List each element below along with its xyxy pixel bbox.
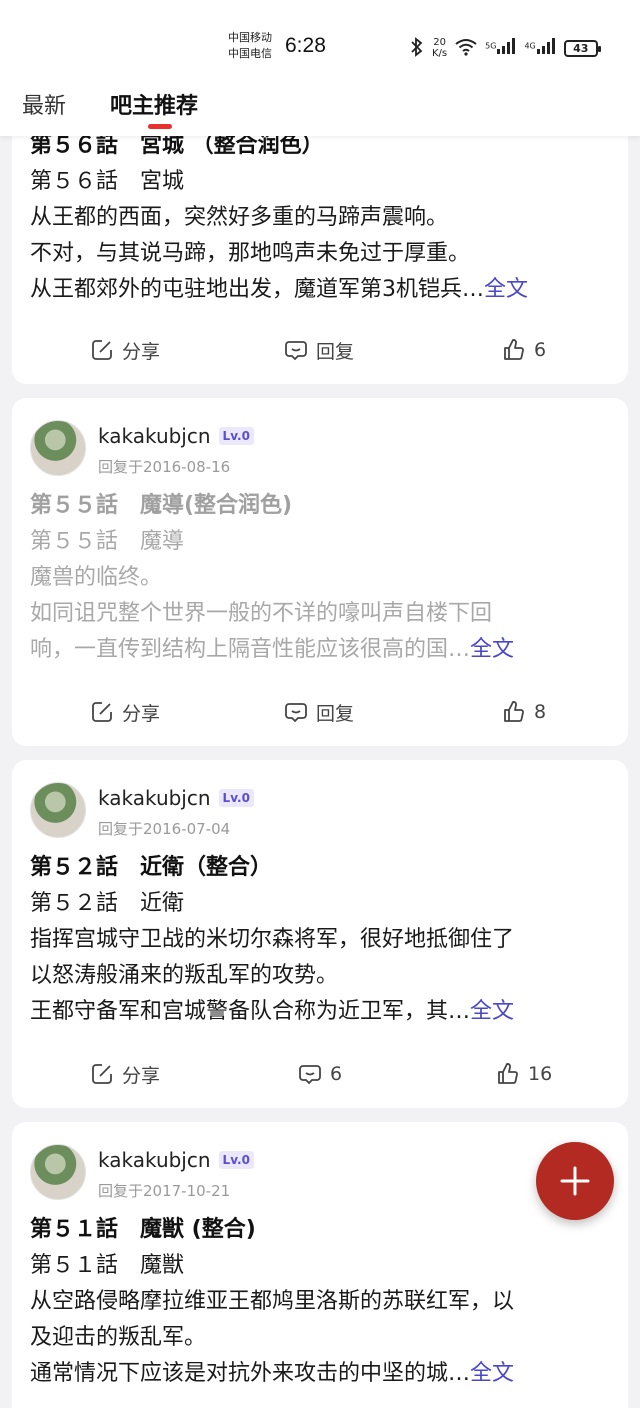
read-more-link[interactable]: 全文 [470, 637, 514, 662]
post-line: 从王都的西面，突然好多重的马蹄声震响。 [30, 205, 449, 230]
post-actions: 分享 回复 6 [12, 330, 628, 370]
reply-button[interactable]: 回复 [284, 330, 354, 370]
signal-4g-icon: 4G [524, 38, 555, 58]
like-button[interactable]: 6 [502, 330, 546, 370]
post-line: 第５６話 宮城 [30, 169, 185, 194]
post-actions: 分享 6 16 [12, 1054, 628, 1094]
post-line: 从王都郊外的屯驻地出发，魔道军第3机铠兵…全文 [30, 277, 529, 302]
post-body[interactable]: 第５６話 宮城 （整合润色） 第５６話 宮城 从王都的西面，突然好多重的马蹄声震… [30, 128, 610, 308]
like-button[interactable]: 8 [502, 692, 546, 732]
username[interactable]: kakakubjcn Lv.0 [98, 424, 254, 448]
like-button[interactable]: 16 [496, 1054, 552, 1094]
post-body[interactable]: 第５５話 魔導(整合润色) 第５５話 魔導 魔兽的临终。 如同诅咒整个世界一般的… [30, 488, 610, 668]
username[interactable]: kakakubjcn Lv.0 [98, 1148, 254, 1172]
post-line: 响，一直传到结构上隔音性能应该很高的国…全文 [30, 637, 515, 662]
post-title: 第５１話 魔獣 (整合) [30, 1217, 256, 1242]
avatar[interactable] [30, 782, 86, 838]
post-line: 指挥宫城守卫战的米切尔森将军，很好地抵御住了 [30, 927, 515, 952]
comment-icon [285, 703, 307, 723]
net-speed: 20 K/s [432, 37, 448, 59]
carrier-1: 中国移动 [228, 31, 272, 44]
comment-icon [299, 1065, 321, 1085]
system-icons: 20 K/s 5G 4G 43 [410, 34, 601, 62]
post-line: 王都守备军和宫城警备队合称为近卫军，其…全文 [30, 999, 515, 1024]
share-button[interactable]: 分享 [90, 1054, 160, 1094]
read-more-link[interactable]: 全文 [470, 1361, 514, 1386]
post-body[interactable]: 第５１話 魔獣 (整合) 第５１話 魔獣 从空路侵略摩拉维亚王都鸠里洛斯的苏联红… [30, 1212, 610, 1392]
post-card[interactable]: kakakubjcn Lv.0 回复于2017-10-21 第５１話 魔獣 (整合… [12, 1122, 628, 1408]
tab-latest[interactable]: 最新 [22, 92, 66, 122]
tab-bar: 最新 吧主推荐 [0, 92, 640, 136]
post-line: 以怒涛般涌来的叛乱军的攻势。 [30, 963, 339, 988]
comment-icon [285, 341, 307, 361]
username[interactable]: kakakubjcn Lv.0 [98, 786, 254, 810]
post-title: 第５５話 魔導(整合润色) [30, 493, 293, 518]
post-line: 及迎击的叛乱军。 [30, 1325, 207, 1350]
reply-button[interactable]: 6 [298, 1054, 342, 1094]
status-time: 6:28 [285, 34, 326, 57]
reply-date: 回复于2016-08-16 [98, 458, 231, 476]
post-line: 从空路侵略摩拉维亚王都鸠里洛斯的苏联红军，以 [30, 1289, 515, 1314]
post-line: 如同诅咒整个世界一般的不详的嚎叫声自楼下回 [30, 601, 493, 626]
post-actions: 分享 回复 8 [12, 692, 628, 732]
share-button[interactable]: 分享 [90, 692, 160, 732]
plus-icon [560, 1166, 590, 1196]
carrier-names: 中国移动 中国电信 [228, 30, 272, 62]
post-card[interactable]: kakakubjcn Lv.0 回复于2016-08-16 第５５話 魔導(整合润… [12, 398, 628, 746]
thumbs-up-icon [504, 339, 524, 360]
post-line: 魔兽的临终。 [30, 565, 163, 590]
signal-5g-icon: 5G [485, 38, 516, 58]
new-post-button[interactable] [536, 1142, 614, 1220]
edit-share-icon [92, 702, 112, 722]
status-bar: 中国移动 中国电信 6:28 20 K/s 5G 4G 43 [0, 0, 640, 92]
level-badge: Lv.0 [218, 789, 254, 807]
share-button[interactable]: 分享 [90, 330, 160, 370]
post-title: 第５２話 近衛（整合） [30, 855, 273, 880]
reply-date: 回复于2017-10-21 [98, 1182, 231, 1200]
edit-share-icon [92, 1064, 112, 1084]
avatar[interactable] [30, 1144, 86, 1200]
bluetooth-icon [410, 36, 424, 60]
reply-date: 回复于2016-07-04 [98, 820, 231, 838]
thumbs-up-icon [504, 701, 524, 722]
post-card[interactable]: 第５６話 宮城 （整合润色） 第５６話 宮城 从王都的西面，突然好多重的马蹄声震… [12, 96, 628, 384]
thumbs-up-icon [498, 1063, 518, 1084]
post-card[interactable]: kakakubjcn Lv.0 回复于2016-07-04 第５２話 近衛（整合）… [12, 760, 628, 1108]
reply-button[interactable]: 回复 [284, 692, 354, 732]
active-tab-indicator [148, 124, 172, 129]
carrier-2: 中国电信 [228, 47, 272, 60]
avatar[interactable] [30, 420, 86, 476]
level-badge: Lv.0 [218, 1151, 254, 1169]
battery-indicator: 43 [563, 39, 601, 57]
post-line: 第５１話 魔獣 [30, 1253, 185, 1278]
wifi-icon [455, 38, 477, 59]
read-more-link[interactable]: 全文 [470, 999, 514, 1024]
tab-recommended[interactable]: 吧主推荐 [110, 92, 198, 122]
post-line: 第５５話 魔導 [30, 529, 185, 554]
post-body[interactable]: 第５２話 近衛（整合） 第５２話 近衛 指挥宫城守卫战的米切尔森将军，很好地抵御… [30, 850, 610, 1030]
post-line: 不对，与其说马蹄，那地鸣声未免过于厚重。 [30, 241, 471, 266]
level-badge: Lv.0 [218, 427, 254, 445]
post-line: 第５２話 近衛 [30, 891, 185, 916]
edit-share-icon [92, 340, 112, 360]
post-line: 通常情况下应该是对抗外来攻击的中坚的城…全文 [30, 1361, 515, 1386]
read-more-link[interactable]: 全文 [484, 277, 528, 302]
